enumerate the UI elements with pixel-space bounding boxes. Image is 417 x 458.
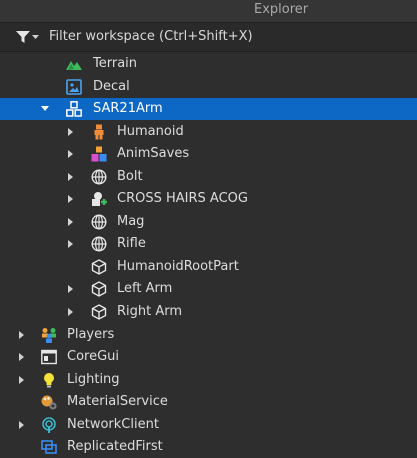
tree-item-label: CROSS HAIRS ACOG: [117, 191, 248, 206]
panel-title: Explorer: [254, 2, 309, 17]
chevron-right-icon[interactable]: [66, 194, 76, 204]
humanoid-icon: [94, 124, 104, 140]
tree-item-label: Terrain: [93, 56, 138, 71]
network-client-icon: [42, 417, 56, 433]
animsaves-icon: [91, 146, 107, 162]
part-icon: [91, 281, 107, 297]
tree-item-animsaves[interactable]: AnimSaves: [0, 143, 417, 165]
tree-item-label: HumanoidRootPart: [117, 259, 239, 274]
tree-item-terrain[interactable]: Terrain: [0, 53, 417, 75]
union-icon: [91, 169, 107, 185]
tree-item-label: Bolt: [117, 169, 143, 184]
tree-item-label: Humanoid: [117, 124, 184, 139]
tree-item-mag[interactable]: Mag: [0, 211, 417, 233]
union-icon: [91, 236, 107, 252]
tree-item-label: Rifle: [117, 236, 146, 251]
chevron-right-icon[interactable]: [66, 307, 76, 317]
tree-item-replicatedfirst[interactable]: ReplicatedFirst: [0, 436, 417, 458]
lightbulb-icon: [44, 373, 54, 388]
tree-item-label: ReplicatedFirst: [67, 439, 163, 454]
tree-item-label: Mag: [117, 214, 145, 229]
tree-item-label: CoreGui: [67, 349, 120, 364]
tree-item-coregui[interactable]: CoreGui: [0, 346, 417, 368]
tree-item-bolt[interactable]: Bolt: [0, 166, 417, 188]
filter-input[interactable]: Filter workspace (Ctrl+Shift+X): [49, 29, 253, 44]
model-icon: [66, 101, 82, 117]
tree-item-label: Players: [67, 327, 115, 342]
chevron-right-icon[interactable]: [66, 239, 76, 249]
chevron-right-icon[interactable]: [66, 127, 76, 137]
chevron-right-icon[interactable]: [66, 217, 76, 227]
tree-item-label: AnimSaves: [117, 146, 190, 161]
union-icon: [91, 214, 107, 230]
material-service-icon: [41, 395, 57, 410]
part-icon: [91, 304, 107, 320]
chevron-down-icon[interactable]: [32, 35, 39, 40]
tree-item-networkclient[interactable]: NetworkClient: [0, 414, 417, 436]
tree-item-humanoidrootpart[interactable]: HumanoidRootPart: [0, 256, 417, 278]
chevron-down-icon[interactable]: [40, 104, 50, 114]
chevron-right-icon[interactable]: [66, 284, 76, 294]
tree-item-players[interactable]: Players: [0, 324, 417, 346]
tree-item-label: SAR21Arm: [93, 101, 163, 116]
tree-item-label: NetworkClient: [67, 417, 159, 432]
tree-item-crosshairs[interactable]: CROSS HAIRS ACOG: [0, 188, 417, 210]
tree-item-lighting[interactable]: Lighting: [0, 369, 417, 391]
chevron-right-icon[interactable]: [17, 352, 27, 362]
tree-item-right-arm[interactable]: Right Arm: [0, 301, 417, 323]
replicated-first-icon: [41, 440, 57, 454]
tree-item-materialservice[interactable]: MaterialService: [0, 391, 417, 413]
tree-item-label: Right Arm: [117, 304, 183, 319]
negate-part-icon: [92, 192, 107, 206]
filter-bar[interactable]: Filter workspace (Ctrl+Shift+X): [0, 22, 417, 52]
players-icon: [42, 328, 56, 343]
chevron-right-icon[interactable]: [17, 375, 27, 385]
tree-item-sar21arm[interactable]: SAR21Arm: [0, 98, 417, 120]
tree-item-label: MaterialService: [67, 394, 168, 409]
tree-item-rifle[interactable]: Rifle: [0, 233, 417, 255]
chevron-right-icon[interactable]: [17, 330, 27, 340]
image-icon: [66, 79, 82, 95]
chevron-right-icon[interactable]: [66, 149, 76, 159]
tree-item-left-arm[interactable]: Left Arm: [0, 278, 417, 300]
gui-window-icon: [41, 349, 57, 365]
tree-item-decal[interactable]: Decal: [0, 76, 417, 98]
filter-icon[interactable]: [16, 31, 30, 43]
tree-item-label: Decal: [93, 79, 130, 94]
chevron-right-icon[interactable]: [66, 172, 76, 182]
chevron-right-icon[interactable]: [17, 420, 27, 430]
tree-item-label: Left Arm: [117, 281, 173, 296]
terrain-icon: [66, 61, 82, 70]
tree-item-humanoid[interactable]: Humanoid: [0, 121, 417, 143]
explorer-titlebar: Explorer: [0, 0, 417, 22]
part-icon: [91, 259, 107, 275]
tree-item-label: Lighting: [67, 372, 120, 387]
